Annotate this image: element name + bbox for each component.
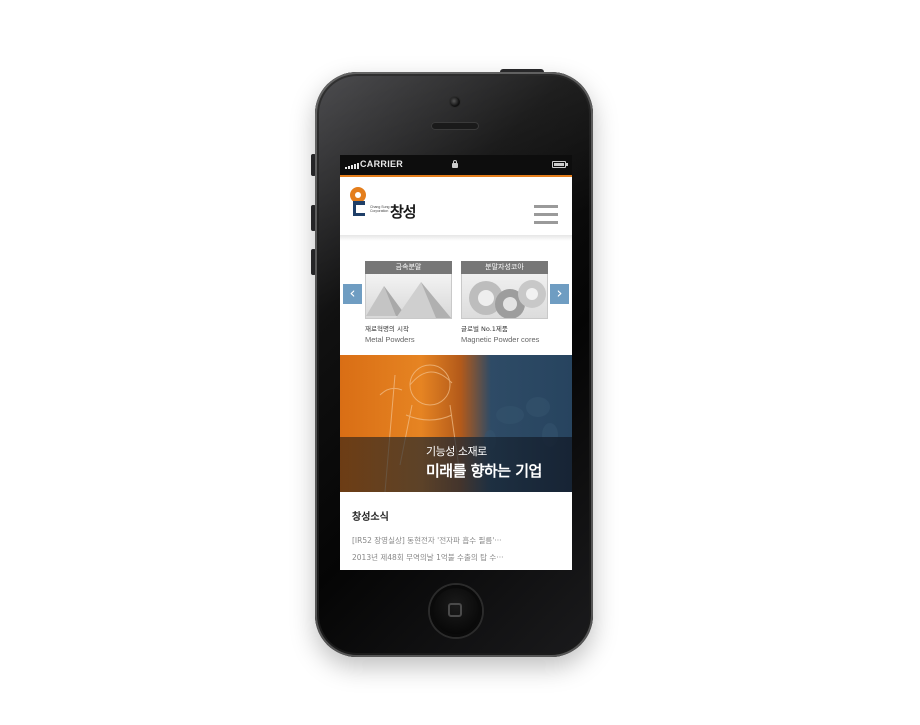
product-card[interactable]: 분말자성코아 글로벌 No.1제품 Magnetic Powder cores (461, 261, 548, 344)
phone-screen: CARRIER Chang Sung Corporation 창성 ‹ 금속분말… (340, 155, 572, 570)
product-subtitle: Magnetic Powder cores (461, 335, 540, 344)
metal-powder-image (365, 274, 452, 319)
site-header: Chang Sung Corporation 창성 (340, 175, 572, 235)
news-heading: 창성소식 (352, 512, 389, 523)
status-bar: CARRIER (340, 155, 572, 175)
product-slider: ‹ 금속분말 재료혁명의 시작 Metal Powders 분말자성코아 글로벌… (340, 255, 572, 347)
product-label: 분말자성코아 (461, 261, 548, 274)
home-button[interactable] (430, 585, 482, 637)
lock-icon (451, 160, 459, 168)
magnetic-core-image (461, 274, 548, 319)
product-title: 재료혁명의 시작 (365, 325, 409, 333)
news-item[interactable]: [IR52 장영실상] 동현전자 '전자파 흡수 필름'··· (352, 535, 502, 546)
product-subtitle: Metal Powders (365, 335, 415, 344)
product-card[interactable]: 금속분말 재료혁명의 시작 Metal Powders (365, 261, 452, 344)
product-label: 금속분말 (365, 261, 452, 274)
carrier-name: CARRIER (360, 159, 404, 169)
logo-icon[interactable] (350, 187, 368, 217)
earpiece-speaker (431, 122, 479, 130)
logo-subtext: Chang Sung Corporation (370, 205, 390, 213)
product-title: 글로벌 No.1제품 (461, 325, 508, 333)
banner-line2: 미래를 향하는 기업 (426, 462, 542, 480)
menu-icon[interactable] (534, 205, 558, 225)
header-divider (340, 235, 572, 241)
logo-text[interactable]: 창성 (390, 201, 417, 222)
front-camera (450, 97, 460, 107)
news-section: 창성소식 [IR52 장영실상] 동현전자 '전자파 흡수 필름'··· 201… (340, 495, 572, 570)
slider-next-button[interactable]: › (550, 284, 569, 304)
battery-icon (552, 161, 568, 168)
banner-line1: 기능성 소재로 (426, 445, 487, 458)
hero-banner[interactable]: 기능성 소재로 미래를 향하는 기업 (340, 355, 572, 492)
news-item[interactable]: 2013년 제48회 무역의날 1억불 수출의 탑 수··· (352, 552, 503, 563)
signal-icon (345, 162, 359, 169)
slider-prev-button[interactable]: ‹ (343, 284, 362, 304)
home-square-icon (448, 603, 462, 617)
